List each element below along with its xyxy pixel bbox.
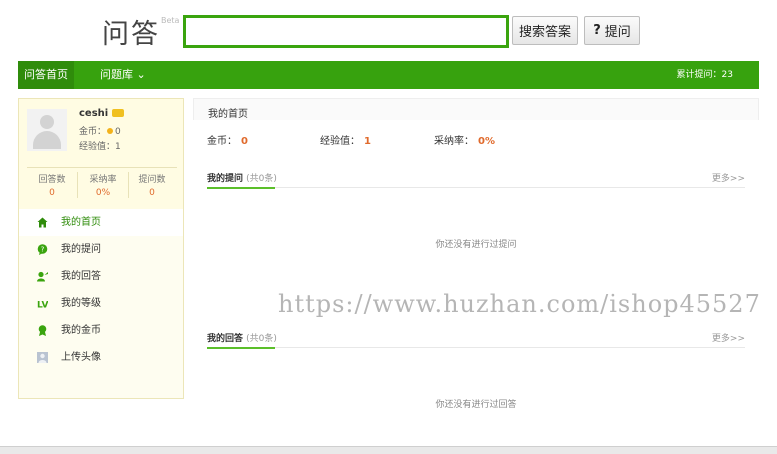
home-icon [37, 217, 48, 228]
level-icon: LV [37, 301, 48, 310]
question-bubble-icon: ? [37, 244, 48, 255]
main-content: 我的首页 金币： 0 经验值： 1 采纳率： 0% 我的提问 (共0条) 更多>> 你… [193, 98, 759, 410]
section-count: (共0条) [246, 334, 277, 344]
metric-value: 0% [478, 136, 495, 147]
avatar-upload-icon [37, 352, 48, 363]
medal-icon [38, 325, 47, 336]
sidebar-item-label: 我的首页 [61, 217, 101, 228]
section-title-text: 我的提问 [207, 174, 244, 184]
exp-label: 经验值： [79, 142, 116, 152]
avatar[interactable] [27, 109, 67, 151]
stat-questions: 提问数 0 [127, 172, 177, 198]
sidebar-item-label: 上传头像 [61, 352, 101, 363]
ask-question-button[interactable]: ? 提问 [584, 16, 640, 45]
questions-empty-text: 你还没有进行过提问 [435, 240, 517, 250]
page-title: 我的首页 [208, 109, 248, 120]
header: 问答 Beta 搜索答案 ? 提问 [0, 0, 777, 60]
coin-icon [107, 128, 114, 134]
exp-value: 1 [115, 142, 121, 152]
sidebar-item-upload-avatar[interactable]: 上传头像 [19, 344, 183, 371]
stat-value: 0 [149, 188, 155, 198]
sidebar-item-home[interactable]: 我的首页 [19, 209, 183, 236]
username[interactable]: ceshi [79, 108, 108, 119]
profile-stats: 回答数 0 采纳率 0% 提问数 0 [27, 167, 177, 198]
stat-value: 0 [49, 188, 55, 198]
stat-accept-rate: 采纳率 0% [77, 172, 129, 198]
stat-value: 0% [95, 188, 111, 198]
section-count: (共0条) [246, 174, 277, 184]
watermark: https://www.huzhan.com/ishop45527 [278, 290, 761, 318]
beta-label: Beta [161, 16, 180, 25]
question-mark-icon: ? [593, 23, 601, 38]
answers-empty-text: 你还没有进行过回答 [435, 400, 517, 410]
metric-exp: 经验值： 1 [320, 132, 371, 147]
answers-more-link[interactable]: 更多>> [712, 331, 745, 344]
sidebar-item-my-coins[interactable]: 我的金币 [19, 317, 183, 344]
section-title: 我的提问 (共0条) [207, 171, 277, 184]
exp-info: 经验值：1 [79, 139, 121, 152]
sidebar-item-label: 我的金币 [61, 325, 101, 336]
sidebar-item-label: 我的提问 [61, 244, 101, 255]
questions-more-link[interactable]: 更多>> [712, 171, 745, 184]
metric-label: 经验值： [320, 136, 360, 147]
metric-accept-rate: 采纳率： 0% [434, 132, 495, 147]
section-underline [207, 187, 275, 189]
sidebar-item-my-questions[interactable]: ? 我的提问 [19, 236, 183, 263]
nav-question-library[interactable]: 问题库 ⌄ [88, 61, 158, 89]
coin-info: 金币： 0 [79, 124, 121, 137]
stat-label: 提问数 [138, 175, 166, 185]
sidebar-item-my-answers[interactable]: 我的回答 [19, 263, 183, 290]
svg-text:LV: LV [37, 301, 48, 310]
svg-text:?: ? [41, 246, 45, 254]
section-underline [207, 347, 275, 349]
nav-home[interactable]: 问答首页 [18, 61, 74, 89]
search-answer-button[interactable]: 搜索答案 [512, 16, 578, 45]
profile-card: ceshi 金币： 0 经验值：1 回答数 0 采纳率 0% 提问数 0 [19, 99, 183, 210]
total-questions: 累计提问：23 [676, 70, 733, 80]
panel-header: 我的首页 [193, 98, 759, 120]
main-nav: 问答首页 问题库 ⌄ 累计提问：23 [18, 61, 759, 89]
ask-button-label: 提问 [604, 25, 631, 40]
section-title: 我的回答 (共0条) [207, 331, 277, 344]
sidebar-item-label: 我的等级 [61, 298, 101, 309]
user-answer-icon [37, 271, 48, 282]
sidebar-item-label: 我的回答 [61, 271, 101, 282]
stat-answers: 回答数 0 [27, 172, 77, 198]
stat-label: 回答数 [38, 175, 66, 185]
metric-label: 金币： [207, 136, 237, 147]
coin-value: 0 [115, 127, 121, 137]
sidebar: ceshi 金币： 0 经验值：1 回答数 0 采纳率 0% 提问数 0 我的首… [18, 98, 184, 399]
my-questions-section: 我的提问 (共0条) 更多>> [207, 171, 745, 189]
metric-coins: 金币： 0 [207, 132, 248, 147]
my-answers-section: 我的回答 (共0条) 更多>> [207, 331, 745, 349]
stat-label: 采纳率 [89, 175, 117, 185]
metric-value: 0 [241, 136, 248, 147]
coin-label: 金币： [79, 127, 107, 137]
search-input[interactable] [183, 15, 509, 48]
site-logo[interactable]: 问答 [102, 12, 160, 51]
level-badge-icon [112, 109, 124, 117]
metric-value: 1 [364, 136, 371, 147]
section-title-text: 我的回答 [207, 334, 244, 344]
sidebar-item-my-level[interactable]: LV 我的等级 [19, 290, 183, 317]
metric-label: 采纳率： [434, 136, 474, 147]
